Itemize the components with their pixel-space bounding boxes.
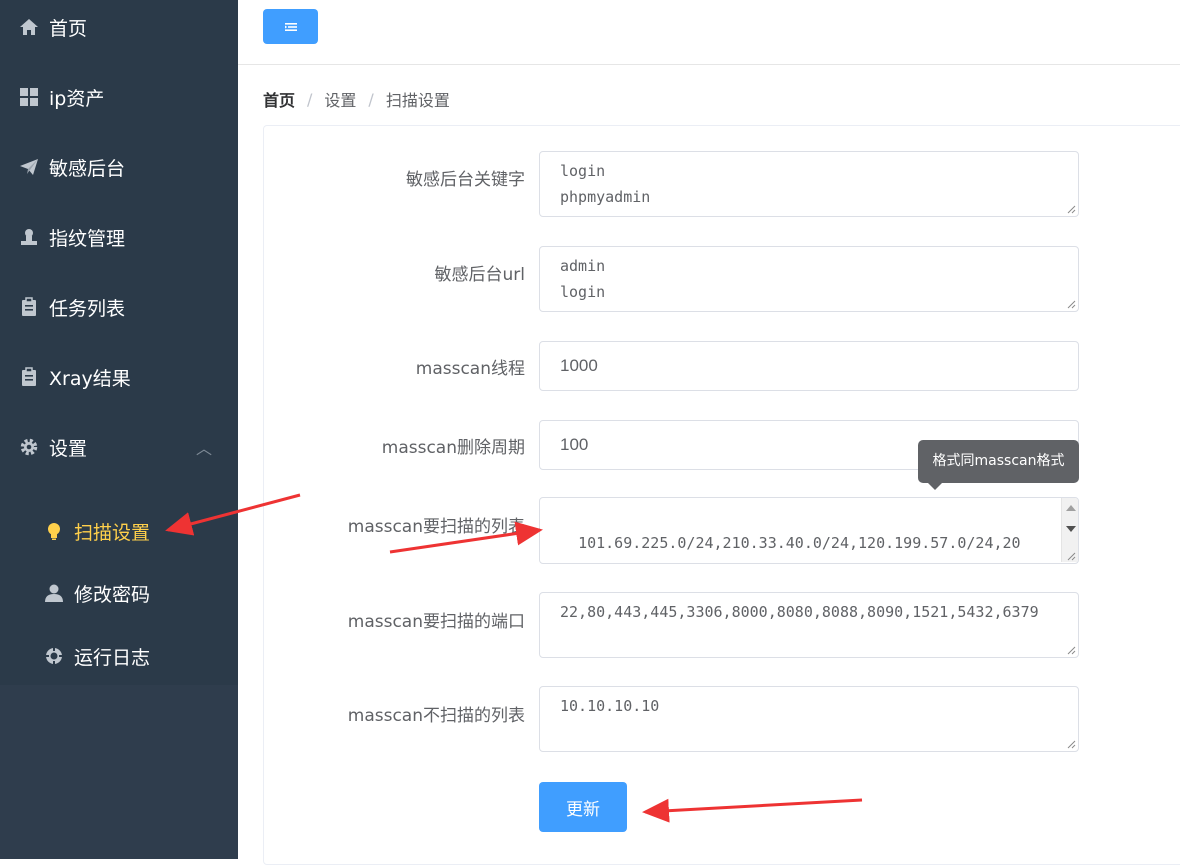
- sidebar: 首页 ip资产 敏感后台 指纹管理 任务列表 Xray结果 设置 ︿ 扫描设置 …: [0, 0, 238, 859]
- field-label-masscan-scan-list: masscan要扫描的列表: [347, 517, 525, 537]
- admin-url-textarea[interactable]: admin login: [539, 246, 1079, 312]
- top-header: [238, 0, 1180, 65]
- sidebar-item-label: 首页: [49, 17, 88, 40]
- masscan-scan-list-textarea[interactable]: 101.69.225.0/24,210.33.40.0/24,120.199.5…: [539, 497, 1079, 564]
- sidebar-item-fingerprint[interactable]: 指纹管理: [0, 202, 238, 272]
- keywords-textarea[interactable]: login phpmyadmin: [539, 151, 1079, 217]
- breadcrumb-separator: /: [368, 89, 374, 109]
- user-icon: [45, 584, 63, 602]
- sidebar-nav: 首页 ip资产 敏感后台 指纹管理 任务列表 Xray结果 设置 ︿ 扫描设置 …: [0, 0, 238, 685]
- field-label-masscan-delete-period: masscan删除周期: [381, 438, 525, 458]
- sidebar-item-sensitive-admin[interactable]: 敏感后台: [0, 132, 238, 202]
- breadcrumb-settings: 设置: [324, 91, 357, 110]
- sidebar-item-home[interactable]: 首页: [0, 0, 238, 62]
- log-icon: [44, 646, 64, 666]
- breadcrumb-separator: /: [307, 89, 313, 109]
- clipboard-icon: [22, 367, 36, 386]
- sidebar-subitem-label: 扫描设置: [74, 521, 151, 544]
- grid-icon: [20, 88, 38, 106]
- field-label-masscan-threads: masscan线程: [415, 359, 525, 379]
- stamp-icon: [21, 229, 37, 245]
- sidebar-subitem-label: 运行日志: [74, 646, 151, 669]
- breadcrumb: 首页 / 设置 / 扫描设置: [263, 87, 450, 111]
- clipboard-icon: [22, 297, 36, 316]
- sidebar-item-label: 敏感后台: [49, 157, 126, 180]
- field-label-admin-url: 敏感后台url: [434, 265, 526, 285]
- lightbulb-icon: [48, 523, 60, 540]
- field-label-masscan-ports: masscan要扫描的端口: [347, 612, 525, 632]
- field-label-masscan-exclude-list: masscan不扫描的列表: [347, 706, 525, 726]
- scroll-down-icon[interactable]: [1066, 526, 1076, 532]
- sidebar-subitem-label: 修改密码: [74, 583, 151, 606]
- masscan-threads-input[interactable]: 1000: [539, 341, 1079, 391]
- format-tooltip: 格式同masscan格式: [918, 440, 1079, 483]
- sidebar-subitem-change-password[interactable]: 修改密码: [0, 562, 238, 624]
- field-label-keywords: 敏感后台关键字: [406, 170, 525, 190]
- sidebar-item-task-list[interactable]: 任务列表: [0, 272, 238, 342]
- settings-card: [263, 125, 1180, 865]
- sidebar-item-label: ip资产: [49, 87, 105, 110]
- tooltip-arrow: [928, 483, 942, 490]
- update-button[interactable]: 更新: [539, 782, 627, 832]
- masscan-ports-textarea[interactable]: 22,80,443,445,3306,8000,8080,8088,8090,1…: [539, 592, 1079, 658]
- breadcrumb-current: 扫描设置: [385, 91, 450, 110]
- masscan-exclude-list-textarea[interactable]: 10.10.10.10: [539, 686, 1079, 752]
- breadcrumb-home[interactable]: 首页: [263, 87, 295, 111]
- sidebar-item-label: Xray结果: [49, 367, 131, 390]
- paper-plane-icon: [20, 159, 38, 175]
- sidebar-subitem-run-log[interactable]: 运行日志: [0, 625, 238, 687]
- resize-grip-icon[interactable]: [1066, 645, 1076, 655]
- resize-grip-icon[interactable]: [1066, 739, 1076, 749]
- home-icon: [20, 19, 38, 35]
- resize-grip-icon[interactable]: [1066, 204, 1076, 214]
- sidebar-item-ip-assets[interactable]: ip资产: [0, 62, 238, 132]
- resize-grip-icon[interactable]: [1066, 299, 1076, 309]
- sidebar-item-label: 指纹管理: [49, 227, 126, 250]
- menu-icon: [284, 22, 297, 31]
- sidebar-item-settings[interactable]: 设置 ︿: [0, 412, 238, 482]
- sidebar-item-label: 设置: [49, 437, 88, 460]
- scroll-up-icon[interactable]: [1066, 505, 1076, 511]
- chevron-up-icon: ︿: [196, 439, 213, 458]
- gear-icon: [20, 438, 38, 456]
- sidebar-toggle-button[interactable]: [263, 9, 318, 44]
- sidebar-subitem-scan-settings[interactable]: 扫描设置: [0, 500, 238, 562]
- masscan-scan-list-value: 101.69.225.0/24,210.33.40.0/24,120.199.5…: [560, 534, 1030, 563]
- sidebar-item-xray-results[interactable]: Xray结果: [0, 342, 238, 412]
- resize-grip-icon[interactable]: [1066, 551, 1076, 561]
- sidebar-item-label: 任务列表: [49, 297, 126, 320]
